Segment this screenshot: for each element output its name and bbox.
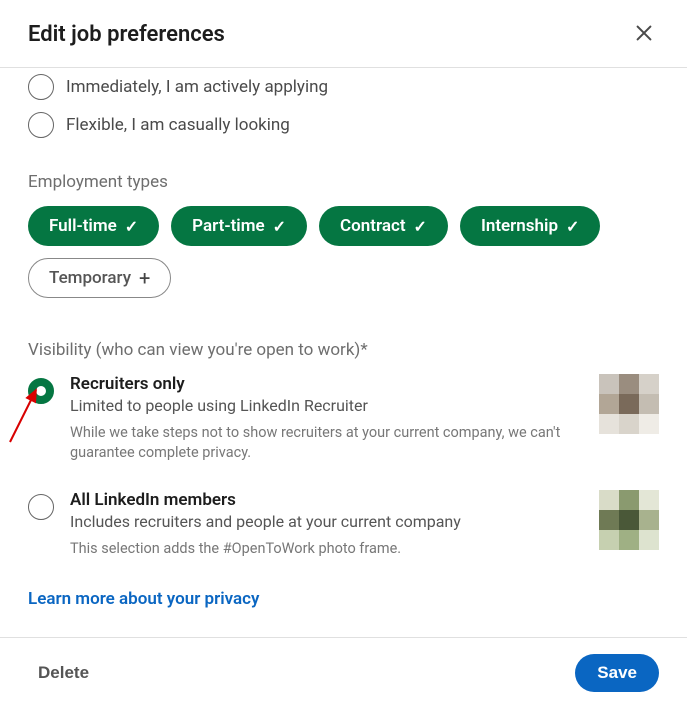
radio-label: Flexible, I am casually looking [66,115,290,135]
visibility-heading: All LinkedIn members [70,490,583,510]
avatar-thumbnail [599,374,659,434]
plus-icon: + [139,268,150,288]
delete-button[interactable]: Delete [28,657,99,689]
start-date-option-flexible[interactable]: Flexible, I am casually looking [28,106,659,144]
visibility-sub: Limited to people using LinkedIn Recruit… [70,396,583,415]
radio-icon [28,494,54,520]
modal-body[interactable]: Immediately, I am actively applying Flex… [0,68,687,637]
save-button[interactable]: Save [575,654,659,692]
visibility-option-all-members[interactable]: All LinkedIn members Includes recruiters… [28,490,659,559]
radio-icon [28,74,54,100]
chip-internship[interactable]: Internship ✓ [460,206,600,246]
visibility-sub: Includes recruiters and people at your c… [70,512,583,531]
chip-contract[interactable]: Contract ✓ [319,206,448,246]
visibility-heading: Recruiters only [70,374,583,394]
visibility-note: While we take steps not to show recruite… [70,423,583,464]
radio-label: Immediately, I am actively applying [66,77,328,97]
modal-header: Edit job preferences [0,0,687,68]
chip-label: Temporary [49,268,131,288]
visibility-note: This selection adds the #OpenToWork phot… [70,539,583,559]
chip-label: Part-time [192,216,264,236]
chip-label: Full-time [49,216,117,236]
employment-types-chips: Full-time ✓ Part-time ✓ Contract ✓ Inter… [28,206,659,298]
check-icon: ✓ [273,217,286,236]
start-date-option-immediate[interactable]: Immediately, I am actively applying [28,68,659,106]
close-button[interactable] [629,18,659,51]
chip-label: Internship [481,216,558,236]
check-icon: ✓ [414,217,427,236]
avatar-thumbnail [599,490,659,550]
check-icon: ✓ [125,217,138,236]
visibility-option-recruiters-only[interactable]: Recruiters only Limited to people using … [28,374,659,464]
chip-label: Contract [340,216,405,236]
chip-full-time[interactable]: Full-time ✓ [28,206,159,246]
privacy-link[interactable]: Learn more about your privacy [28,589,259,609]
chip-part-time[interactable]: Part-time ✓ [171,206,307,246]
modal-title: Edit job preferences [28,22,225,47]
employment-types-title: Employment types [28,172,659,192]
modal-footer: Delete Save [0,637,687,708]
close-icon [633,22,655,44]
check-icon: ✓ [566,217,579,236]
visibility-title: Visibility (who can view you're open to … [28,340,659,360]
radio-icon [28,112,54,138]
chip-temporary[interactable]: Temporary + [28,258,171,298]
radio-icon-selected [28,378,54,404]
